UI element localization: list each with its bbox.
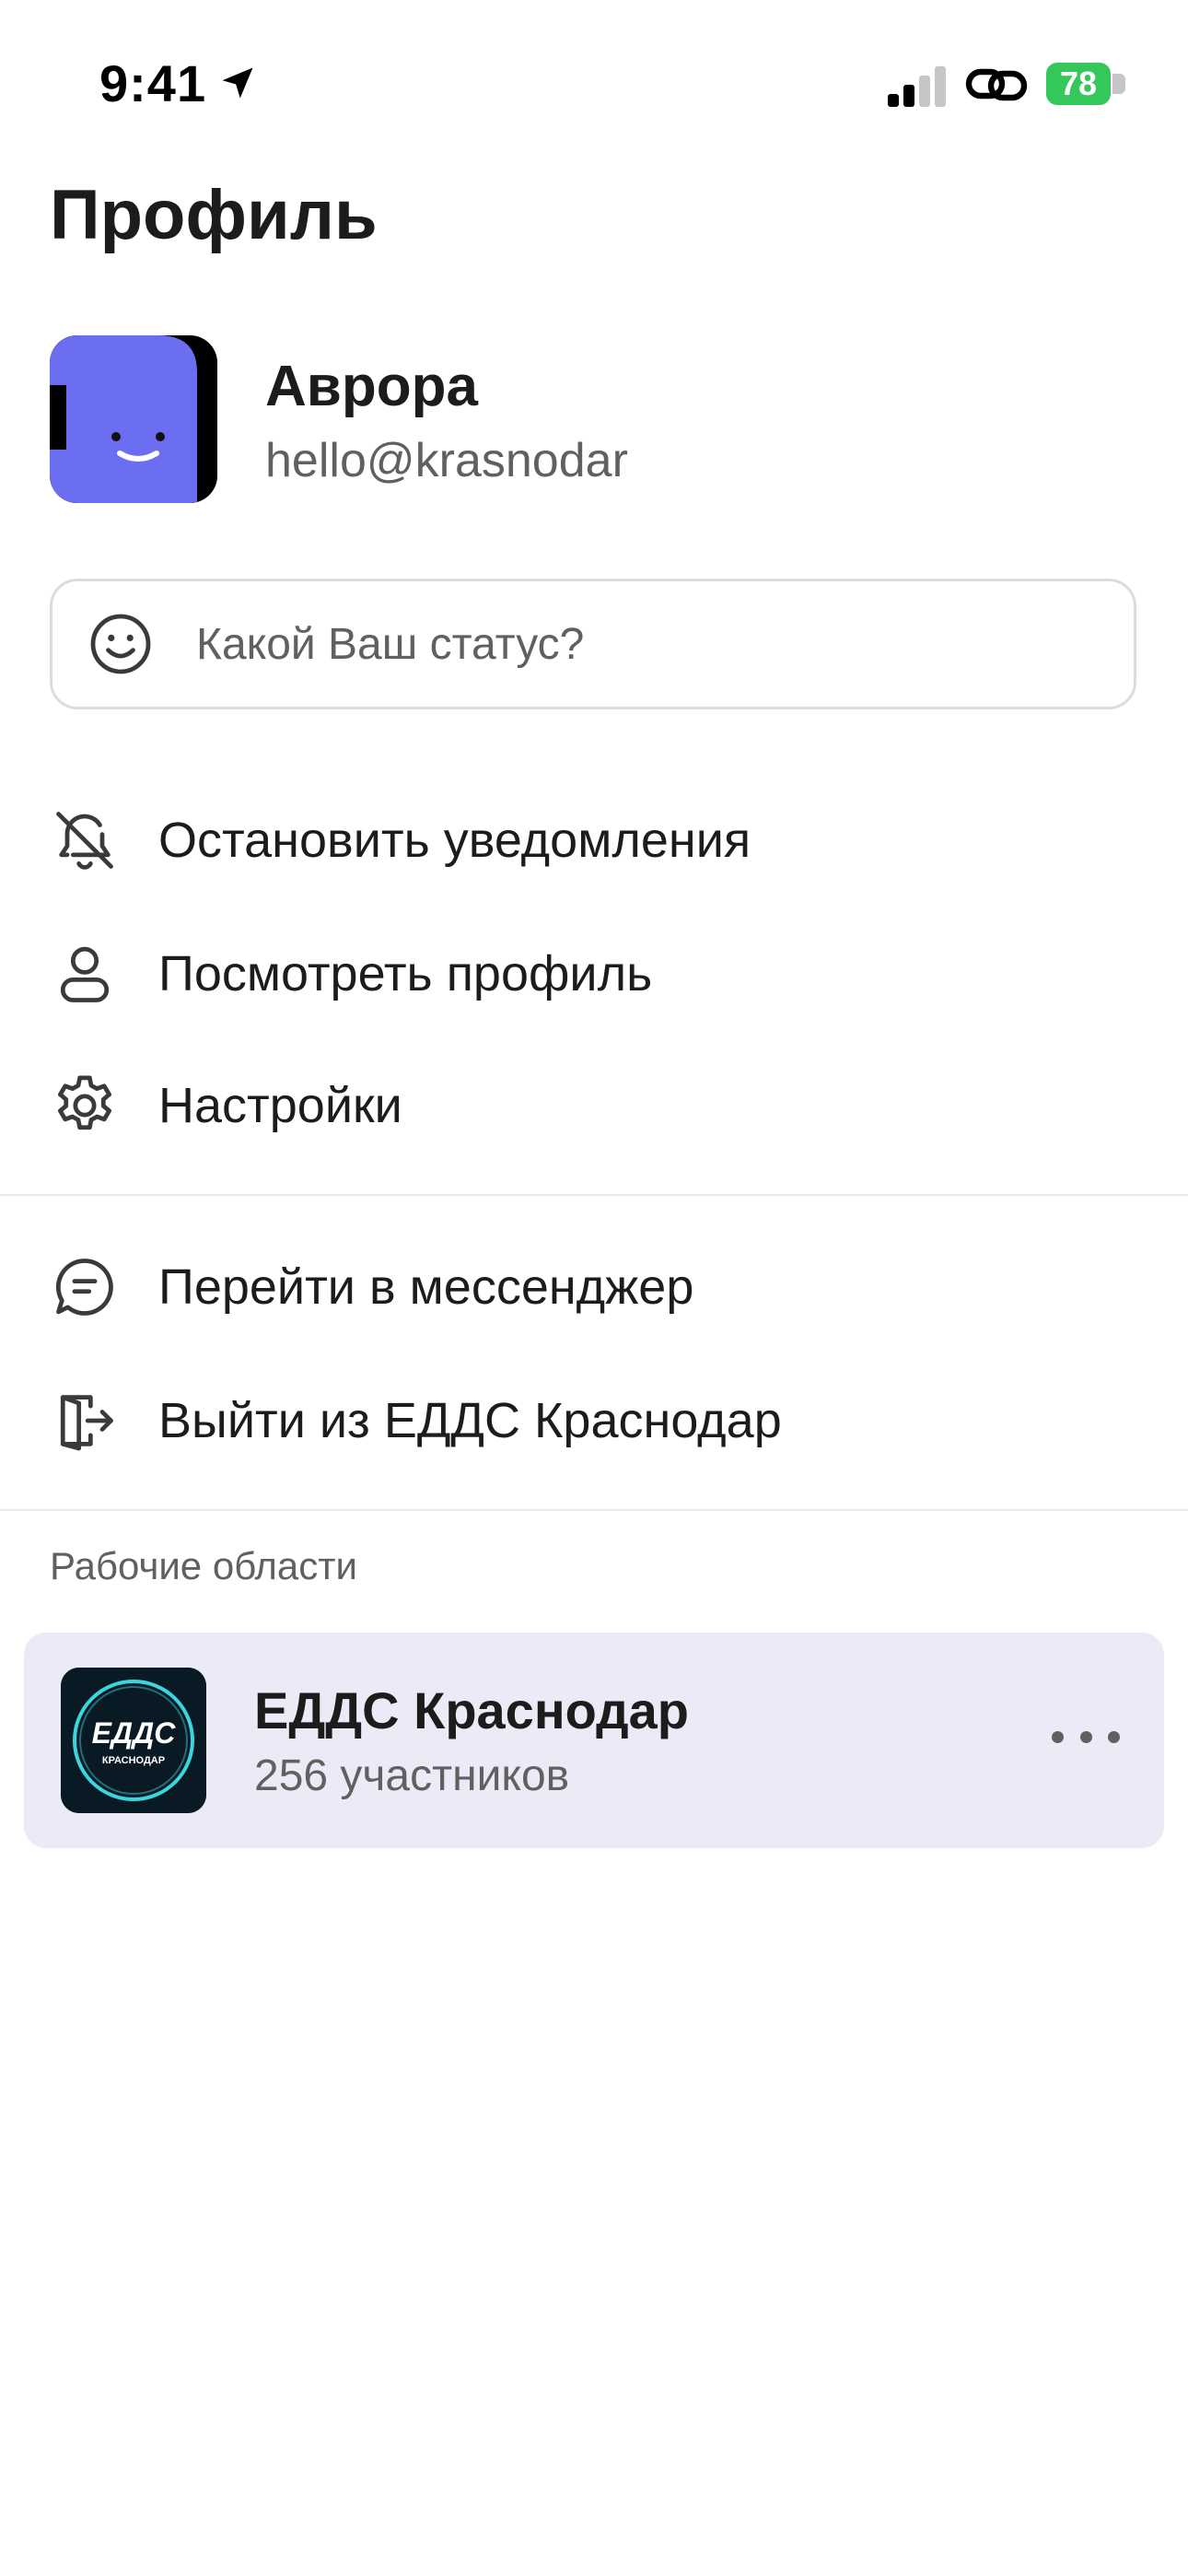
gear-icon (58, 1075, 111, 1130)
page-title: Профиль (50, 176, 378, 254)
user-icon (60, 946, 110, 1002)
menu-item-label: Остановить уведомления (158, 813, 751, 868)
sign-out-door-icon (60, 1395, 113, 1451)
menu-item-label: Посмотреть профиль (158, 946, 653, 1001)
workspace-name: ЕДДС Краснодар (254, 1681, 690, 1739)
user-email: hello@krasnodar (265, 434, 628, 487)
workspace-logo-subtext: КРАСНОДАР (102, 1755, 165, 1766)
divider (0, 1194, 1188, 1196)
workspace-logo-ring: ЕДДС КРАСНОДАР (61, 1668, 206, 1813)
status-time: 9:41 (99, 54, 207, 112)
more-options-icon[interactable] (1052, 1714, 1120, 1760)
avatar[interactable] (50, 335, 217, 503)
workspace-logo-text: ЕДДС (92, 1716, 177, 1750)
chat-bubble-icon (55, 1259, 113, 1316)
battery-charging-icon (1112, 74, 1125, 94)
status-field[interactable] (50, 579, 1136, 709)
section-label-workspaces: Рабочие области (50, 1544, 357, 1587)
menu-item-pause-notifications[interactable]: Остановить уведомления (0, 780, 1188, 900)
menu-item-label: Настройки (158, 1078, 402, 1133)
menu-item-label: Перейти в мессенджер (158, 1259, 694, 1315)
menu-item-settings[interactable]: Настройки (0, 1046, 1188, 1165)
link-icon (965, 68, 1028, 101)
battery-percentage: 78 (1059, 64, 1098, 102)
location-arrow-icon (222, 67, 253, 99)
avatar-character-icon (50, 335, 217, 503)
menu-item-open-messenger[interactable]: Перейти в мессенджер (0, 1227, 1188, 1347)
battery-indicator: 78 (1046, 63, 1111, 105)
smiley-icon (90, 614, 151, 674)
menu-item-view-profile[interactable]: Посмотреть профиль (0, 914, 1188, 1034)
menu-item-label: Выйти из ЕДДС Краснодар (158, 1393, 782, 1448)
workspace-card[interactable]: ЕДДС КРАСНОДАР ЕДДС Краснодар 256 участн… (24, 1633, 1164, 1848)
menu-item-sign-out[interactable]: Выйти из ЕДДС Краснодар (0, 1361, 1188, 1481)
cellular-signal-icon (888, 66, 946, 107)
user-name: Аврора (265, 355, 478, 418)
bell-off-icon (56, 812, 113, 870)
status-input[interactable] (194, 617, 1027, 671)
workspace-members-count: 256 участников (254, 1751, 570, 1800)
divider (0, 1509, 1188, 1511)
workspace-logo: ЕДДС КРАСНОДАР (61, 1668, 206, 1813)
status-bar: 9:41 78 (0, 0, 1188, 157)
